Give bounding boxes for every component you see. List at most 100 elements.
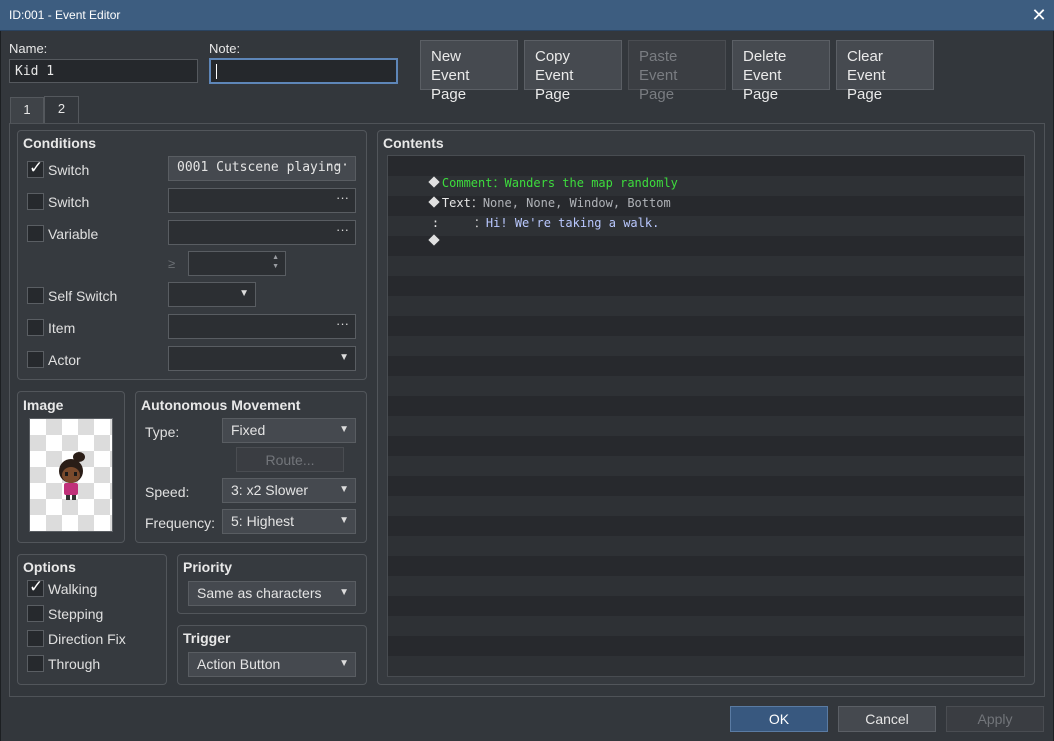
options-title: Options bbox=[23, 559, 76, 575]
movement-type-value: Fixed bbox=[231, 422, 266, 438]
list-stripe bbox=[388, 356, 1024, 376]
list-stripe bbox=[388, 556, 1024, 576]
stepping-label: Stepping bbox=[48, 606, 104, 622]
delete-button-line2: Event Page bbox=[743, 67, 782, 103]
list-stripe bbox=[388, 476, 1024, 496]
tab-page-1[interactable]: 1 bbox=[10, 97, 44, 123]
self-switch-checkbox[interactable] bbox=[27, 287, 44, 304]
switch1-value: 0001 Cutscene playing bbox=[177, 160, 342, 175]
ellipsis-icon: ··· bbox=[336, 316, 349, 331]
new-event-page-button[interactable]: New Event Page bbox=[420, 40, 518, 103]
type-label: Type: bbox=[145, 424, 180, 440]
paste-button-line2: Event Page bbox=[639, 67, 678, 103]
switch1-selector[interactable]: 0001 Cutscene playing ··· bbox=[168, 156, 356, 181]
cancel-button[interactable]: Cancel bbox=[838, 706, 936, 732]
list-stripe bbox=[388, 636, 1024, 656]
autonomous-movement-title: Autonomous Movement bbox=[141, 397, 301, 413]
actor-checkbox[interactable] bbox=[27, 351, 44, 368]
list-stripe bbox=[388, 336, 1024, 356]
self-switch-label: Self Switch bbox=[48, 288, 118, 304]
movement-speed-dropdown[interactable]: 3: x2 Slower ▼ bbox=[222, 478, 356, 503]
image-title: Image bbox=[23, 397, 64, 413]
direction-fix-checkbox[interactable] bbox=[27, 630, 44, 647]
trigger-dropdown[interactable]: Action Button ▼ bbox=[188, 652, 356, 677]
paste-button-line1: Paste bbox=[639, 48, 678, 65]
item-label: Item bbox=[48, 320, 76, 336]
diamond-icon bbox=[428, 234, 440, 246]
switch2-checkbox[interactable] bbox=[27, 193, 44, 210]
list-stripe bbox=[388, 616, 1024, 636]
list-stripe bbox=[388, 276, 1024, 296]
switch2-selector[interactable]: ··· bbox=[168, 188, 356, 213]
note-label: Note: bbox=[209, 41, 241, 56]
speed-label: Speed: bbox=[145, 484, 190, 500]
copy-event-page-button[interactable]: Copy Event Page bbox=[524, 40, 622, 103]
list-stripe bbox=[388, 436, 1024, 456]
check-icon: ✓ bbox=[29, 577, 44, 596]
title-bar: ID:001 - Event Editor ✕ bbox=[0, 0, 1054, 31]
list-stripe bbox=[388, 496, 1024, 516]
through-label: Through bbox=[48, 656, 101, 672]
variable-value-spinner[interactable]: ▲ ▼ bbox=[188, 251, 286, 276]
list-stripe bbox=[388, 456, 1024, 476]
delete-event-page-button[interactable]: Delete Event Page bbox=[732, 40, 830, 103]
name-field[interactable]: Kid 1 bbox=[9, 59, 198, 83]
variable-checkbox[interactable] bbox=[27, 225, 44, 242]
ellipsis-icon: ··· bbox=[325, 158, 349, 173]
greater-equal-label: ≥ bbox=[168, 256, 176, 271]
character-sprite-icon bbox=[59, 452, 85, 500]
walking-checkbox[interactable]: ✓ bbox=[27, 577, 44, 597]
apply-button[interactable]: Apply bbox=[946, 706, 1044, 732]
through-checkbox[interactable] bbox=[27, 655, 44, 672]
ellipsis-icon: ··· bbox=[336, 190, 349, 205]
stepping-checkbox[interactable] bbox=[27, 605, 44, 622]
movement-frequency-dropdown[interactable]: 5: Highest ▼ bbox=[222, 509, 356, 534]
check-icon: ✓ bbox=[29, 158, 44, 177]
chevron-down-icon: ▼ bbox=[339, 424, 349, 435]
list-stripe bbox=[388, 596, 1024, 616]
text-cursor bbox=[216, 64, 217, 79]
paste-event-page-button[interactable]: Paste Event Page bbox=[628, 40, 726, 103]
movement-speed-value: 3: x2 Slower bbox=[231, 482, 309, 498]
window-title: ID:001 - Event Editor bbox=[9, 8, 121, 22]
list-stripe bbox=[388, 576, 1024, 596]
new-button-line1: New bbox=[431, 48, 462, 65]
actor-label: Actor bbox=[48, 352, 81, 368]
list-stripe bbox=[388, 516, 1024, 536]
walking-label: Walking bbox=[48, 581, 98, 597]
self-switch-dropdown[interactable]: ▼ bbox=[168, 282, 256, 307]
event-command-list[interactable]: Comment：Wanders the map randomly Text：No… bbox=[387, 155, 1025, 677]
copy-button-line1: Copy bbox=[535, 48, 571, 65]
spinner-arrows-icon: ▲ ▼ bbox=[272, 254, 279, 270]
conditions-title: Conditions bbox=[23, 135, 97, 151]
character-image-preview[interactable] bbox=[29, 418, 113, 532]
priority-dropdown[interactable]: Same as characters ▼ bbox=[188, 581, 356, 606]
switch1-checkbox[interactable]: ✓ bbox=[27, 158, 44, 178]
list-stripe bbox=[388, 656, 1024, 676]
note-field[interactable] bbox=[209, 58, 398, 84]
copy-button-line2: Event Page bbox=[535, 67, 574, 103]
chevron-down-icon: ▼ bbox=[239, 288, 249, 299]
list-stripe bbox=[388, 396, 1024, 416]
direction-fix-label: Direction Fix bbox=[48, 631, 126, 647]
tab-page-2[interactable]: 2 bbox=[44, 96, 79, 124]
route-button[interactable]: Route... bbox=[236, 447, 344, 472]
list-item[interactable] bbox=[401, 220, 442, 262]
list-stripe bbox=[388, 296, 1024, 316]
close-icon[interactable]: ✕ bbox=[1029, 4, 1049, 26]
item-checkbox[interactable] bbox=[27, 319, 44, 336]
movement-type-dropdown[interactable]: Fixed ▼ bbox=[222, 418, 356, 443]
ok-button[interactable]: OK bbox=[730, 706, 828, 732]
clear-event-page-button[interactable]: Clear Event Page bbox=[836, 40, 934, 103]
variable-label: Variable bbox=[48, 226, 99, 242]
list-stripe bbox=[388, 416, 1024, 436]
item-selector[interactable]: ··· bbox=[168, 314, 356, 339]
variable-selector[interactable]: ··· bbox=[168, 220, 356, 245]
movement-frequency-value: 5: Highest bbox=[231, 513, 295, 529]
chevron-down-icon: ▼ bbox=[339, 658, 349, 669]
delete-button-line1: Delete bbox=[743, 48, 787, 65]
actor-dropdown[interactable]: ▼ bbox=[168, 346, 356, 371]
command-text: Hi! We're taking a walk. bbox=[485, 216, 660, 230]
list-stripe bbox=[388, 316, 1024, 336]
list-stripe bbox=[388, 536, 1024, 556]
